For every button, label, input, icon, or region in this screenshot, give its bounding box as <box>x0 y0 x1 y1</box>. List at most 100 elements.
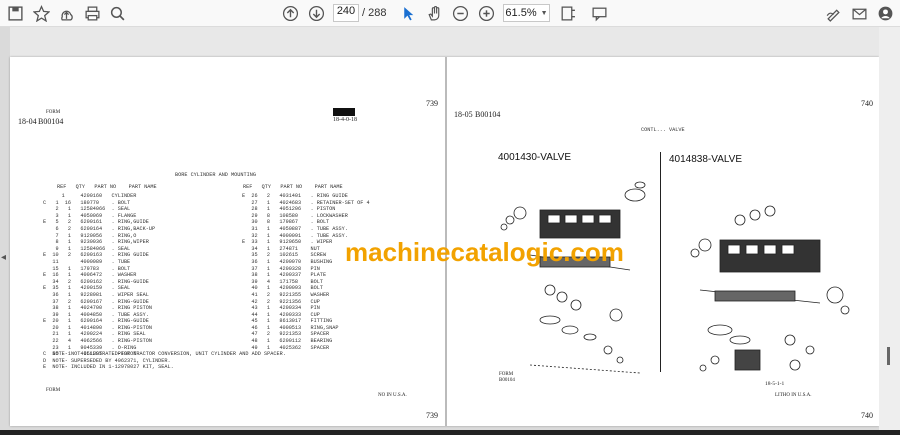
parts-row: 28 1 4051206 . PISTON <box>242 206 336 213</box>
account-icon[interactable] <box>874 3 896 23</box>
right-section: 18-05 <box>454 110 473 119</box>
parts-row: 42 2 9221356 CUP <box>242 298 320 305</box>
scrollbar-thumb[interactable] <box>887 347 890 365</box>
prev-page-arrow-icon[interactable]: ◂ <box>1 252 9 266</box>
notes: C NOTE- NOT ILLUSTRATED-FOR TRACTOR CONV… <box>43 351 286 371</box>
valve-left-title: 4001430-VALVE <box>498 152 572 163</box>
table-title: BORE CYLINDER AND MOUNTING <box>175 172 256 178</box>
page-down-icon[interactable] <box>305 3 327 23</box>
left-page-number-top: 739 <box>426 99 438 108</box>
parts-row: 7 1 9120056 . RING,O <box>43 232 137 239</box>
parts-row: 44 1 4200333 CUP <box>242 311 320 318</box>
zoom-value: 61.5% <box>505 7 537 19</box>
left-col-headers: REF QTY PART NO PART NAME <box>57 184 157 190</box>
parts-row: 45 1 8613017 FITTING <box>242 318 333 325</box>
right-page-number-top: 740 <box>861 99 873 108</box>
toolbar: 240 / 288 61.5% ▼ <box>0 0 900 27</box>
right-form-code: B00104 <box>475 110 501 119</box>
parts-row: 8 1 9230036 . RING,WIPER <box>43 239 149 246</box>
parts-row: 39 4 171758 BOLT <box>242 278 323 285</box>
parts-row: 2 1 12584066 . SEAL <box>43 206 131 213</box>
parts-row: E 16 1 4006472 . WASHER <box>43 272 137 279</box>
parts-row: 1 4200160 CYLINDER <box>43 193 137 199</box>
search-icon[interactable] <box>106 3 128 23</box>
fit-page-icon[interactable] <box>556 3 578 23</box>
zoom-select[interactable]: 61.5% ▼ <box>503 4 550 22</box>
exploded-valve-diagram <box>500 181 850 374</box>
document-viewer[interactable]: ◂ ▸ 739 18-04 FORM B00104 18-4-0-18 BORE… <box>0 27 900 435</box>
left-footer-form: FORM <box>46 388 61 393</box>
right-footer-form-code: B00104 <box>499 378 515 383</box>
parts-row: 22 4 4062566 . RING-PISTON <box>43 338 152 345</box>
parts-row: 27 1 4024683 . RETAINER-SET OF 4 <box>242 199 370 206</box>
email-icon[interactable] <box>848 3 870 23</box>
right-page-number-bottom: 740 <box>861 411 873 420</box>
parts-row: 21 1 4200224 . RING SEAL <box>43 331 146 338</box>
parts-row: 20 1 4014890 . RING-PISTON <box>43 324 152 331</box>
parts-row: 41 2 9221355 WASHER <box>242 291 330 298</box>
page-total: / 288 <box>362 7 387 19</box>
right-col-headers: REF QTY PART NO PART NAME <box>243 184 343 190</box>
parts-row: 43 1 4200334 PIN <box>242 305 320 312</box>
parts-row: 34 2 6200162 . RING-GUIDE <box>43 278 149 285</box>
hand-icon[interactable] <box>423 3 445 23</box>
parts-list-right: E 26 2 4031401 . RING GUIDE 27 1 4024683… <box>242 193 370 351</box>
parts-row: 38 1 4200337 PLATE <box>242 272 327 279</box>
note-line: E NOTE- INCLUDED IN 1-12978027 KIT, SEAL… <box>43 364 174 371</box>
print-icon[interactable] <box>81 3 103 23</box>
parts-list-left: 1 4200160 CYLINDER C 1 16 180770 . BOLT 2… <box>43 193 155 358</box>
sign-icon[interactable] <box>822 3 844 23</box>
parts-row: 39 1 4004850 . TUBE ASSY. <box>43 311 149 318</box>
parts-row: 48 1 6200112 BEARING <box>242 338 333 345</box>
parts-row: 29 8 108580 . LOCKWASHER <box>242 212 348 219</box>
parts-row: 9 1 12584066 . SEAL <box>43 245 131 252</box>
valve-right-title: 4014838-VALVE <box>669 154 743 165</box>
upload-icon[interactable] <box>55 3 77 23</box>
parts-row: C 1 16 180770 . BOLT <box>43 199 131 206</box>
parts-row: 15 1 179783 . BOLT <box>43 265 131 272</box>
left-page-number-bottom: 739 <box>426 411 438 420</box>
note-line: D NOTE- SUPERSEDED BY 4062371, CYLINDER. <box>43 357 171 364</box>
parts-row: 37 2 6200167 . RING-GUIDE <box>43 298 149 305</box>
comment-icon[interactable] <box>588 3 610 23</box>
bookmark-star-icon[interactable] <box>30 3 52 23</box>
bottom-bar <box>0 430 900 435</box>
right-footer-form: FORM <box>499 372 514 377</box>
parts-row: 47 2 9221353 SPACER <box>242 331 330 338</box>
parts-row: E 10 2 6200163 . RING GUIDE <box>43 252 149 259</box>
watermark: machinecatalogic.com <box>345 237 624 267</box>
left-footer-usa: NO IN U.S.A. <box>378 393 407 398</box>
scan-mark <box>333 108 355 116</box>
parts-row: 40 1 4200093 BOLT <box>242 285 323 292</box>
page-number-input[interactable]: 240 <box>333 4 359 22</box>
right-footer-litho: LITHO IN U.S.A. <box>775 393 812 398</box>
select-cursor-icon[interactable] <box>397 3 419 23</box>
parts-row: 6 2 6200164 . RING,BACK-UP <box>43 225 156 232</box>
parts-row: 36 1 9228981 . WIPER SEAL <box>43 291 149 298</box>
left-form-code: B00104 <box>38 117 64 126</box>
parts-row: 30 8 179867 . BOLT <box>242 219 330 226</box>
chevron-down-icon: ▼ <box>540 9 548 17</box>
left-form-label: FORM <box>46 110 61 115</box>
save-icon[interactable] <box>4 3 26 23</box>
note-line: C NOTE- NOT ILLUSTRATED-FOR TRACTOR CONV… <box>43 351 286 357</box>
previous-page-edge <box>10 27 879 57</box>
parts-row: 3 1 4050069 . FLANGE <box>43 212 137 219</box>
parts-row: 31 1 4050887 . TUBE ASSY. <box>242 225 348 232</box>
zoom-out-icon[interactable] <box>449 3 471 23</box>
right-footer-code: 18-5-1-1 <box>765 381 785 387</box>
vertical-scrollbar[interactable] <box>879 27 900 435</box>
parts-row: E 26 2 4031401 . RING GUIDE <box>242 193 348 199</box>
page-up-icon[interactable] <box>279 3 301 23</box>
zoom-in-icon[interactable] <box>475 3 497 23</box>
parts-row: E 5 2 6200161 . RING,GUIDE <box>43 219 149 226</box>
page-spread: 739 18-04 FORM B00104 18-4-0-18 BORE CYL… <box>10 57 879 426</box>
parts-row: 46 1 4000513 RING,SNAP <box>242 324 339 331</box>
parts-row: 11 4000089 . TUBE <box>43 258 131 265</box>
left-section: 18-04 <box>18 117 37 126</box>
left-stamp: 18-4-0-18 <box>333 117 357 123</box>
parts-row: 38 1 4024700 . RING PISTON <box>43 305 152 312</box>
right-header-text: CONTL... VALVE <box>641 127 685 133</box>
parts-row: E 20 1 6200164 . RING-GUIDE <box>43 318 149 325</box>
parts-row: E 35 1 4200159 . SEAL <box>43 285 131 292</box>
